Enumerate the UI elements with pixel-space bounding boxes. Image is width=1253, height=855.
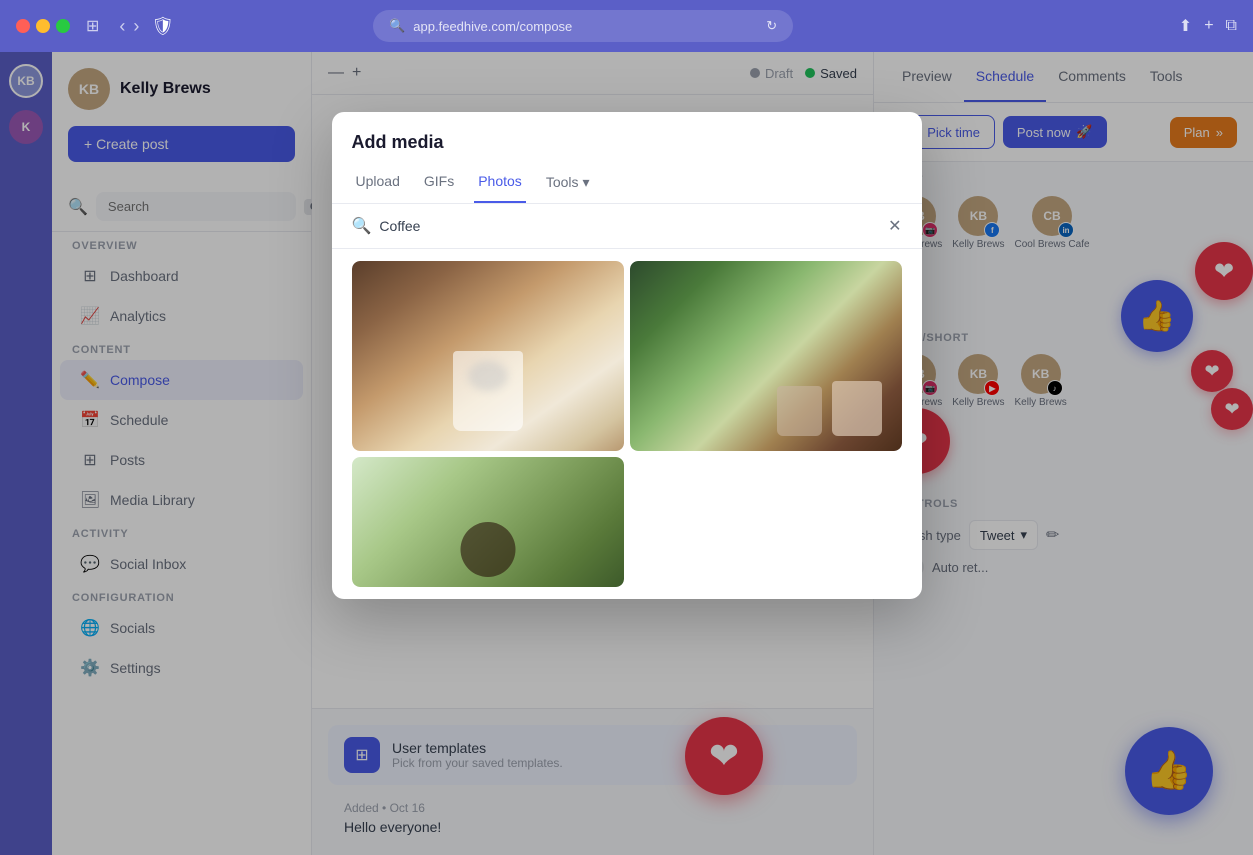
- share-button[interactable]: ⬆: [1179, 16, 1192, 36]
- url-bar[interactable]: 🔍 app.feedhive.com/compose ↻: [373, 10, 793, 42]
- forward-button[interactable]: ›: [133, 16, 139, 37]
- sidebar-toggle-button[interactable]: ⊞: [86, 16, 99, 36]
- clear-search-button[interactable]: ✕: [888, 216, 901, 236]
- new-tab-button[interactable]: +: [1204, 16, 1213, 36]
- reload-icon: ↻: [766, 18, 777, 34]
- modal-tab-gifs[interactable]: GIFs: [420, 165, 458, 203]
- shield-icon: 🛡: [151, 16, 174, 37]
- browser-chrome: ⊞ ‹ › 🛡 🔍 app.feedhive.com/compose ↻ ⬆ +…: [0, 0, 1253, 52]
- back-button[interactable]: ‹: [119, 16, 125, 37]
- photo-search-input[interactable]: [379, 218, 888, 234]
- modal-title: Add media: [352, 132, 902, 153]
- modal-header: Add media Upload GIFs Photos Tools ▾: [332, 112, 922, 204]
- traffic-light-green[interactable]: [56, 19, 70, 33]
- add-media-modal: Add media Upload GIFs Photos Tools ▾ 🔍 ✕: [332, 112, 922, 599]
- traffic-light-red[interactable]: [16, 19, 30, 33]
- modal-search-bar: 🔍 ✕: [332, 204, 922, 249]
- windows-button[interactable]: ⧉: [1226, 16, 1237, 36]
- url-text: app.feedhive.com/compose: [413, 19, 572, 34]
- search-icon: 🔍: [389, 18, 405, 34]
- photo-card-3[interactable]: [352, 457, 624, 587]
- photo-grid: [332, 249, 922, 599]
- modal-tab-upload[interactable]: Upload: [352, 165, 404, 203]
- modal-tab-tools[interactable]: Tools ▾: [542, 165, 594, 203]
- modal-tab-photos[interactable]: Photos: [474, 165, 526, 203]
- search-icon: 🔍: [352, 216, 372, 236]
- photo-card-2[interactable]: [630, 261, 902, 451]
- traffic-light-yellow[interactable]: [36, 19, 50, 33]
- chevron-down-icon: ▾: [583, 174, 590, 191]
- modal-overlay[interactable]: Add media Upload GIFs Photos Tools ▾ 🔍 ✕: [0, 52, 1253, 855]
- modal-tabs: Upload GIFs Photos Tools ▾: [352, 165, 902, 203]
- photo-card-1[interactable]: [352, 261, 624, 451]
- browser-actions: ⬆ + ⧉: [1179, 16, 1237, 36]
- traffic-lights: [16, 19, 70, 33]
- browser-nav: ‹ ›: [119, 16, 139, 37]
